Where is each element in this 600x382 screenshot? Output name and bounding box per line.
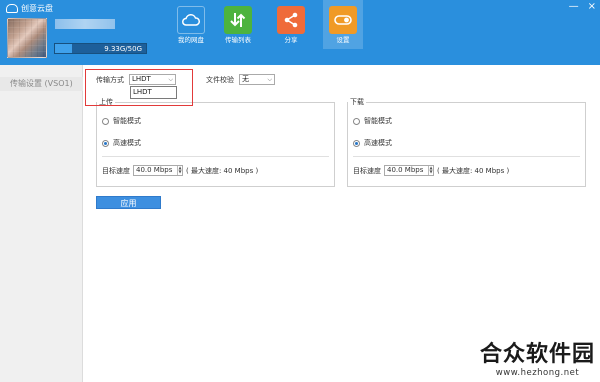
nav-transfer-list[interactable]: 传输列表: [218, 0, 258, 49]
upload-speed-label: 目标速度: [102, 166, 130, 175]
nav-label: 传输列表: [225, 36, 251, 44]
upload-speed-input[interactable]: 40.0 Mbps ▲ ▼: [133, 165, 183, 176]
upload-group-title: 上传: [97, 97, 115, 107]
chevron-down-icon: ⌵: [267, 76, 272, 83]
cloud-logo-icon: [6, 4, 18, 13]
upload-group: 上传 智能模式 高速模式 目标速度 40.0 Mbps ▲ ▼ ( 最大速度: 4…: [96, 97, 335, 187]
radio-button-checked[interactable]: [353, 139, 360, 147]
download-speed-row: 目标速度 40.0 Mbps ▲ ▼ ( 最大速度: 40 Mbps ): [353, 165, 509, 176]
transfer-icon: [224, 6, 252, 34]
radio-button-checked[interactable]: [102, 139, 109, 147]
minimize-button[interactable]: —: [569, 1, 579, 13]
nav-share[interactable]: 分享: [271, 0, 311, 49]
app-title: 创意云盘: [21, 4, 53, 13]
cloud-icon: [177, 6, 205, 34]
file-check-select[interactable]: 无 ⌵: [239, 74, 275, 85]
username-redacted: [55, 19, 115, 29]
upload-speed-value: 40.0 Mbps: [136, 166, 173, 174]
nav-label: 我的网盘: [178, 36, 204, 44]
share-icon: [277, 6, 305, 34]
transfer-options-row: 传输方式 LHDT ⌵ 文件校验 无 ⌵: [96, 74, 275, 85]
upload-max-speed: ( 最大速度: 40 Mbps ): [186, 166, 259, 175]
app-header: 创意云盘 — × 9.33G/50G 我的网盘 传输列表 分享 设置: [0, 0, 600, 65]
storage-text: 9.33G/50G: [104, 45, 142, 53]
upload-smart-mode-label: 智能模式: [113, 117, 141, 125]
divider: [353, 156, 580, 157]
download-speed-input[interactable]: 40.0 Mbps ▲ ▼: [384, 165, 434, 176]
settings-sidebar: 传输设置 (VSO1): [0, 65, 83, 382]
radio-button[interactable]: [102, 117, 109, 125]
chevron-down-icon: ⌵: [168, 76, 173, 83]
upload-smart-mode-option[interactable]: 智能模式: [102, 116, 141, 126]
window-controls: — ×: [569, 1, 596, 13]
transfer-mode-value: LHDT: [132, 75, 151, 83]
download-smart-mode-option[interactable]: 智能模式: [353, 116, 392, 126]
watermark: 合众软件园 www.hezhong.net: [480, 342, 595, 378]
transfer-mode-label: 传输方式: [96, 75, 124, 84]
transfer-mode-dropdown-option[interactable]: LHDT: [130, 86, 177, 99]
app-logo: 创意云盘: [6, 3, 53, 14]
transfer-mode-select[interactable]: LHDT ⌵: [129, 74, 176, 85]
spinner-arrows-icon[interactable]: ▲ ▼: [428, 166, 433, 175]
file-check-value: 无: [242, 75, 249, 83]
watermark-title: 合众软件园: [479, 342, 595, 367]
settings-icon: [329, 6, 357, 34]
storage-bar: 9.33G/50G: [54, 43, 147, 54]
nav-label: 设置: [336, 36, 350, 44]
nav-settings[interactable]: 设置: [323, 0, 363, 49]
close-button[interactable]: ×: [588, 1, 596, 13]
upload-fast-mode-label: 高速模式: [113, 139, 141, 147]
apply-button[interactable]: 应用: [96, 196, 161, 209]
spinner-arrows-icon[interactable]: ▲ ▼: [177, 166, 182, 175]
storage-bar-fill: [55, 44, 73, 53]
download-fast-mode-option[interactable]: 高速模式: [353, 138, 392, 148]
sidebar-item-transfer-settings[interactable]: 传输设置 (VSO1): [0, 77, 83, 91]
download-max-speed: ( 最大速度: 40 Mbps ): [437, 166, 510, 175]
download-group-title: 下载: [348, 97, 366, 107]
divider: [102, 156, 329, 157]
download-fast-mode-label: 高速模式: [364, 139, 392, 147]
download-speed-value: 40.0 Mbps: [387, 166, 424, 174]
download-smart-mode-label: 智能模式: [364, 117, 392, 125]
download-speed-label: 目标速度: [353, 166, 381, 175]
nav-my-drive[interactable]: 我的网盘: [171, 0, 211, 49]
watermark-url: www.hezhong.net: [495, 368, 580, 378]
upload-fast-mode-option[interactable]: 高速模式: [102, 138, 141, 148]
nav-label: 分享: [284, 36, 298, 44]
avatar[interactable]: [7, 18, 47, 58]
radio-button[interactable]: [353, 117, 360, 125]
upload-speed-row: 目标速度 40.0 Mbps ▲ ▼ ( 最大速度: 40 Mbps ): [102, 165, 258, 176]
file-check-label: 文件校验: [206, 75, 234, 84]
download-group: 下载 智能模式 高速模式 目标速度 40.0 Mbps ▲ ▼ ( 最大速度: 4…: [347, 97, 586, 187]
